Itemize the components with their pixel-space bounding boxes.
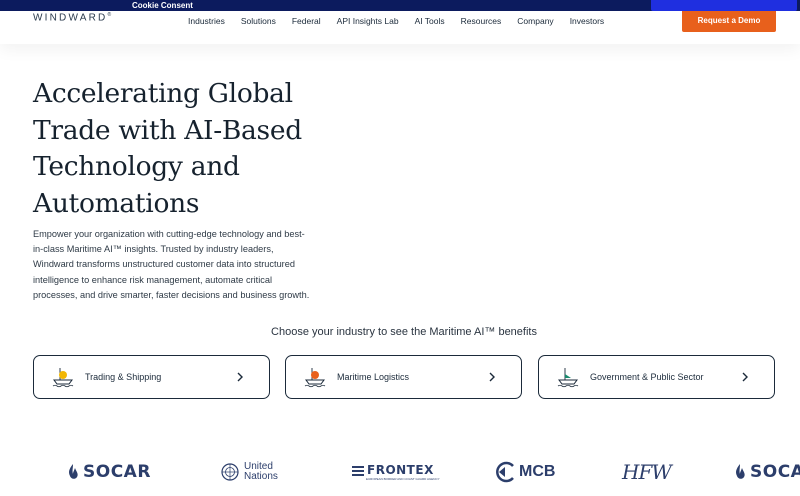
- industry-card-government-public-sector[interactable]: Government & Public Sector: [538, 355, 775, 399]
- cookie-accept-button[interactable]: [651, 0, 797, 11]
- hero-description-line: in-class Maritime AI™ insights. Trusted …: [33, 244, 274, 255]
- main-nav: Industries Solutions Federal API Insight…: [188, 16, 620, 26]
- request-demo-button[interactable]: Request a Demo: [682, 9, 776, 32]
- chevron-right-icon: [237, 372, 243, 382]
- cookie-consent-title: Cookie Consent: [132, 1, 193, 10]
- hero-title-line: Accelerating Global: [33, 78, 293, 109]
- hero-description-line: intelligence to enhance risk management,…: [33, 274, 273, 285]
- mcb-logo-text: MCB: [519, 463, 556, 480]
- socar-logo-repeat: SOCA: [734, 458, 800, 486]
- ship-icon: [557, 368, 579, 388]
- chevron-right-icon: [489, 372, 495, 382]
- hfw-logo-text: HFW: [622, 460, 672, 484]
- ship-icon: [52, 368, 74, 388]
- hero-description-line: Windward transforms unstructured custome…: [33, 259, 295, 270]
- nav-company[interactable]: Company: [517, 16, 553, 26]
- hero-title: Accelerating Global Trade with AI-Based …: [33, 76, 333, 222]
- hero-title-line: Automations: [33, 187, 200, 219]
- socar-flame-icon: [736, 464, 745, 479]
- united-nations-logo: United Nations: [220, 458, 278, 486]
- socar-logo: SOCAR: [67, 458, 151, 486]
- mcb-logo: MCB: [495, 458, 555, 486]
- socar-logo-text: SOCAR: [83, 462, 151, 482]
- un-logo-line: Nations: [244, 471, 278, 482]
- nav-federal[interactable]: Federal: [292, 16, 321, 26]
- chevron-right-icon: [742, 372, 748, 382]
- hero-description-line: Empower your organization with cutting-e…: [33, 229, 305, 239]
- industry-card-label: Government & Public Sector: [590, 372, 704, 382]
- nav-investors[interactable]: Investors: [570, 16, 605, 26]
- industry-card-trading-shipping[interactable]: Trading & Shipping: [33, 355, 270, 399]
- industry-card-label: Trading & Shipping: [85, 372, 162, 382]
- client-logos: SOCAR United Nations FRONTEX EUROPEAN BO…: [0, 458, 800, 486]
- industry-prompt: Choose your industry to see the Maritime…: [271, 326, 537, 338]
- mcb-emblem-icon: [496, 461, 514, 483]
- nav-solutions[interactable]: Solutions: [241, 16, 276, 26]
- ship-icon: [304, 368, 326, 388]
- hero-title-line: Trade with AI-Based: [33, 114, 302, 146]
- hero-description-line: processes, and drive smarter, faster dec…: [33, 289, 310, 300]
- nav-ai-tools[interactable]: AI Tools: [415, 16, 445, 26]
- nav-api-insights-lab[interactable]: API Insights Lab: [337, 16, 399, 26]
- frontex-logo-subtitle: EUROPEAN BORDER AND COAST GUARD AGENCY: [366, 477, 440, 481]
- industry-card-maritime-logistics[interactable]: Maritime Logistics: [285, 355, 522, 399]
- frontex-logo-row: FRONTEX: [352, 463, 434, 477]
- frontex-logo-text: FRONTEX: [367, 463, 434, 477]
- hfw-logo: HFW: [622, 458, 672, 486]
- un-emblem-icon: [221, 463, 239, 481]
- un-logo-text: United Nations: [244, 462, 278, 482]
- socar-logo-text: SOCA: [750, 462, 800, 482]
- socar-flame-icon: [69, 464, 78, 479]
- frontex-logo: FRONTEX EUROPEAN BORDER AND COAST GUARD …: [352, 458, 440, 486]
- logo-text: WINDWARD: [33, 12, 108, 24]
- industry-card-label: Maritime Logistics: [337, 372, 410, 382]
- nav-industries[interactable]: Industries: [188, 16, 225, 26]
- nav-resources[interactable]: Resources: [461, 16, 502, 26]
- hero-title-line: Technology and: [33, 151, 240, 182]
- windward-logo[interactable]: WINDWARD®: [33, 12, 111, 23]
- hero-description: Empower your organization with cutting-e…: [33, 227, 323, 303]
- logo-registered-mark: ®: [107, 12, 112, 18]
- frontex-bars-icon: [352, 465, 364, 476]
- cookie-consent-bar: Cookie Consent: [0, 0, 800, 11]
